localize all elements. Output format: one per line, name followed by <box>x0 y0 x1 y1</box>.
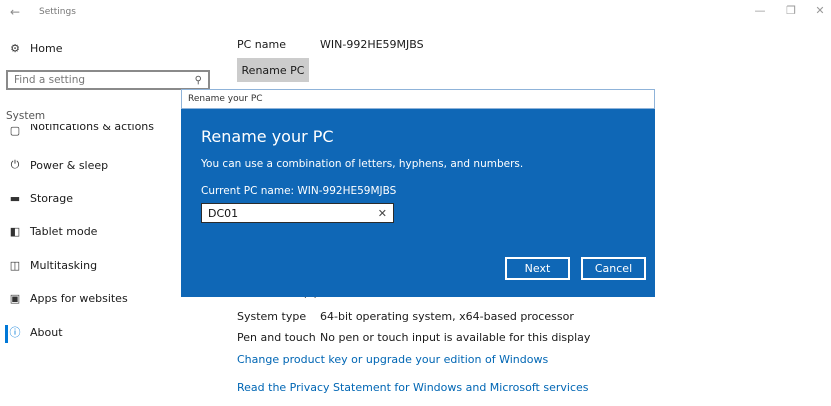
sidebar-item-multitasking[interactable]: ◫ Multitasking <box>0 254 170 276</box>
multitasking-icon: ◫ <box>9 258 21 272</box>
apps-websites-icon: ▣ <box>9 291 21 305</box>
storage-icon: ▬ <box>9 191 21 205</box>
tablet-icon: ◧ <box>9 224 21 238</box>
sidebar-item-label: About <box>30 325 63 339</box>
gear-icon: ⚙ <box>10 41 20 55</box>
sidebar-item-about[interactable]: ⓘ About <box>0 321 170 343</box>
change-product-key-link[interactable]: Change product key or upgrade your editi… <box>237 353 548 366</box>
maximize-icon[interactable]: ❐ <box>782 4 800 17</box>
message-icon: ▢ <box>9 124 21 136</box>
dialog-description: You can use a combination of letters, hy… <box>201 158 524 170</box>
sidebar-item-label: Tablet mode <box>30 224 98 238</box>
pen-touch-value: No pen or touch input is available for t… <box>320 331 591 344</box>
sidebar-item-tablet-mode[interactable]: ◧ Tablet mode <box>0 220 170 242</box>
sidebar-item-label: Power & sleep <box>30 158 109 172</box>
search-icon: ⚲ <box>194 74 202 86</box>
minimize-icon[interactable]: — <box>751 4 769 17</box>
next-button[interactable]: Next <box>505 257 570 280</box>
title-bar: ← Settings — ❐ ✕ <box>0 0 831 24</box>
sidebar-item-label: Apps for websites <box>30 291 128 305</box>
sidebar-item-apps-for-websites[interactable]: ▣ Apps for websites <box>0 287 170 309</box>
search-input[interactable]: Find a setting ⚲ <box>6 70 210 90</box>
sidebar-item-label: Home <box>30 41 63 55</box>
dialog-titlebar: Rename your PC <box>181 89 655 109</box>
clear-icon[interactable]: ✕ <box>378 207 387 220</box>
sidebar-item-storage[interactable]: ▬ Storage <box>0 187 170 209</box>
sidebar-item-label: Multitasking <box>30 258 98 272</box>
pc-name-value: WIN-992HE59MJBS <box>320 38 424 51</box>
search-placeholder: Find a setting <box>14 74 86 86</box>
sidebar-item-label: Storage <box>30 191 74 205</box>
dialog-heading: Rename your PC <box>201 127 334 146</box>
pc-name-label: PC name <box>237 38 287 51</box>
pen-touch-label: Pen and touch <box>237 331 316 344</box>
back-arrow-icon[interactable]: ← <box>10 5 20 19</box>
new-pc-name-input[interactable]: DC01 ✕ <box>201 203 394 223</box>
sidebar-item-power-sleep[interactable]: ⏻ Power & sleep <box>0 154 170 176</box>
sidebar-item-home[interactable]: ⚙ Home <box>0 37 170 59</box>
input-value: DC01 <box>208 206 239 220</box>
window-title: Settings <box>39 7 76 17</box>
info-icon: ⓘ <box>9 326 21 339</box>
sidebar-item-notifications[interactable]: ▢ Notifications & actions <box>0 124 170 136</box>
rename-dialog: Rename your PC You can use a combination… <box>181 109 655 297</box>
system-type-value: 64-bit operating system, x64-based proce… <box>320 310 574 323</box>
privacy-statement-link[interactable]: Read the Privacy Statement for Windows a… <box>237 381 589 394</box>
section-heading: System <box>6 110 46 122</box>
close-icon[interactable]: ✕ <box>811 4 829 17</box>
system-type-label: System type <box>237 310 307 323</box>
rename-pc-button[interactable]: Rename PC <box>237 58 309 82</box>
sidebar-item-label: Notifications & actions <box>30 124 155 133</box>
power-icon: ⏻ <box>10 158 20 171</box>
current-pc-name: Current PC name: WIN-992HE59MJBS <box>201 185 397 197</box>
cancel-button[interactable]: Cancel <box>581 257 646 280</box>
